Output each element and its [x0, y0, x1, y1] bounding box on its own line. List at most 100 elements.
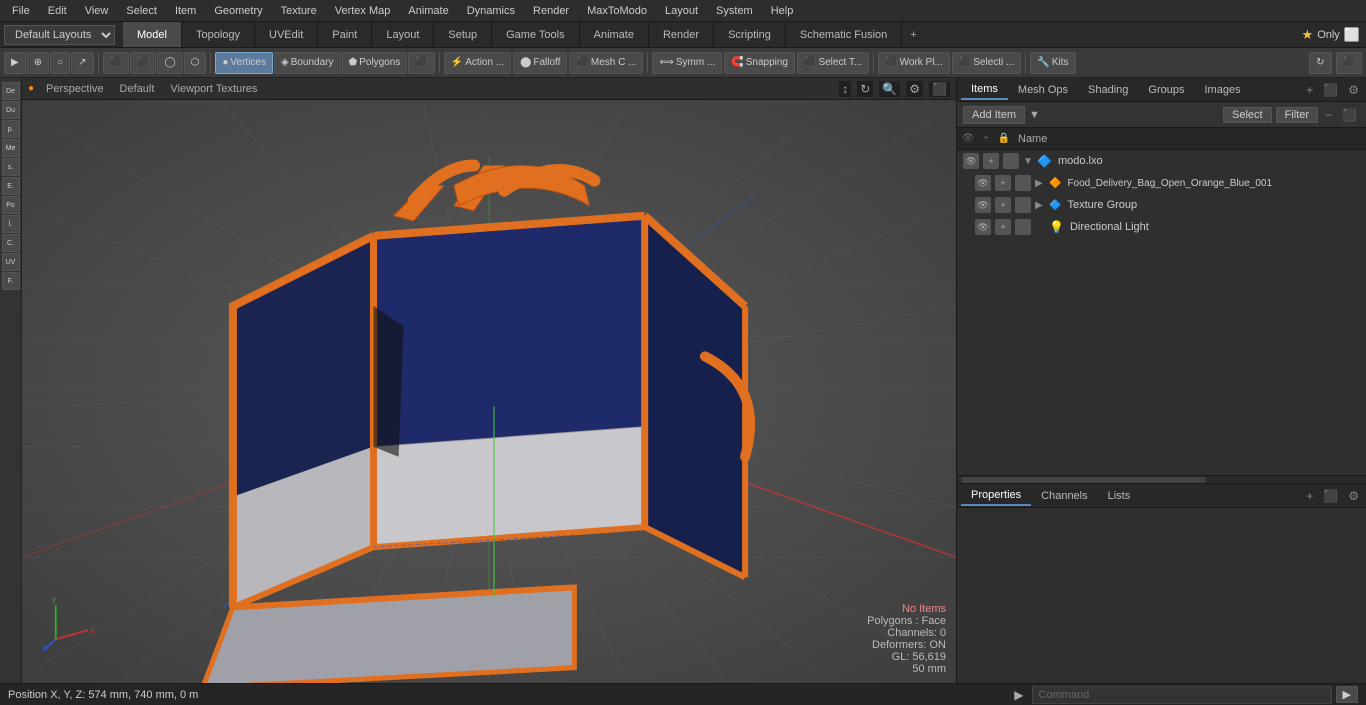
- expand-panels-icon[interactable]: ⬛: [1320, 82, 1341, 98]
- menu-texture[interactable]: Texture: [273, 3, 325, 19]
- tab-channels[interactable]: Channels: [1031, 487, 1097, 505]
- menu-animate[interactable]: Animate: [400, 3, 456, 19]
- menu-geometry[interactable]: Geometry: [206, 3, 270, 19]
- viewport[interactable]: ● Perspective Default Viewport Textures …: [22, 78, 956, 683]
- tab-groups[interactable]: Groups: [1138, 81, 1194, 99]
- workpl-btn[interactable]: ⬛ Work Pl...: [878, 52, 950, 74]
- render-eye-3[interactable]: +: [995, 219, 1011, 235]
- visibility-eye-3[interactable]: 👁: [975, 219, 991, 235]
- arrow-tool[interactable]: ↗: [71, 52, 93, 74]
- tab-render[interactable]: Render: [649, 22, 714, 47]
- visibility-eye-2[interactable]: 👁: [975, 197, 991, 213]
- sidebar-dup[interactable]: Du: [2, 101, 20, 119]
- select-t-btn[interactable]: ⬛ Select T...: [797, 52, 869, 74]
- list-item[interactable]: 👁 + 💡 Directional Light: [957, 216, 1366, 238]
- selecti-btn[interactable]: ⬛ Selecti ...: [952, 52, 1022, 74]
- filter-button[interactable]: Filter: [1276, 107, 1318, 123]
- render-eye-0[interactable]: +: [983, 153, 999, 169]
- menu-file[interactable]: File: [4, 3, 38, 19]
- sidebar-e[interactable]: E.: [2, 177, 20, 195]
- tab-mesh-ops[interactable]: Mesh Ops: [1008, 81, 1078, 99]
- minus-icon[interactable]: −: [1322, 107, 1335, 123]
- vp-rotate-icon[interactable]: ↻: [857, 81, 873, 97]
- action-btn[interactable]: ⚡ Action ...: [444, 52, 511, 74]
- add-props-tab-icon[interactable]: +: [1303, 488, 1316, 504]
- tab-items[interactable]: Items: [961, 80, 1008, 100]
- boundary-mode[interactable]: ◈ Boundary: [274, 52, 341, 74]
- menu-render[interactable]: Render: [525, 3, 577, 19]
- items-hscroll-thumb[interactable]: [961, 477, 1206, 483]
- tab-shading[interactable]: Shading: [1078, 81, 1138, 99]
- tab-layout[interactable]: Layout: [372, 22, 434, 47]
- rotate-tool[interactable]: ◯: [157, 52, 182, 74]
- sidebar-p[interactable]: p.: [2, 120, 20, 138]
- tab-scripting[interactable]: Scripting: [714, 22, 786, 47]
- add-select-tool[interactable]: ⊕: [27, 52, 49, 74]
- tab-schematic-fusion[interactable]: Schematic Fusion: [786, 22, 902, 47]
- lock-eye-3[interactable]: [1015, 219, 1031, 235]
- lasso-tool[interactable]: ○: [50, 52, 70, 74]
- expand-icon-2[interactable]: ▶: [1035, 200, 1045, 211]
- tab-properties[interactable]: Properties: [961, 486, 1031, 506]
- perspective-label[interactable]: Perspective: [42, 81, 107, 97]
- expand-icon-0[interactable]: ▼: [1023, 156, 1033, 167]
- tab-topology[interactable]: Topology: [182, 22, 255, 47]
- add-item-button[interactable]: Add Item: [963, 106, 1025, 124]
- lock-eye-2[interactable]: [1015, 197, 1031, 213]
- expand-icon-1[interactable]: ▶: [1035, 178, 1045, 189]
- viewport-canvas[interactable]: X Y Z No Items Polygons : Face Channels:…: [22, 100, 956, 683]
- props-settings-icon[interactable]: ⚙: [1345, 488, 1362, 504]
- menu-layout[interactable]: Layout: [657, 3, 706, 19]
- tab-lists[interactable]: Lists: [1098, 487, 1141, 505]
- vp-gear-icon[interactable]: ⚙: [906, 81, 923, 97]
- vp-max-icon[interactable]: ⬛: [929, 81, 950, 97]
- collapse-icon[interactable]: ⬛: [1339, 107, 1360, 123]
- sidebar-s[interactable]: s.: [2, 158, 20, 176]
- sidebar-uv[interactable]: UV: [2, 253, 20, 271]
- vp-search-icon[interactable]: 🔍: [879, 81, 900, 97]
- add-tab-icon[interactable]: +: [1303, 82, 1316, 98]
- tab-images[interactable]: Images: [1195, 81, 1251, 99]
- sidebar-l[interactable]: l.: [2, 215, 20, 233]
- sidebar-c[interactable]: C.: [2, 234, 20, 252]
- transform-tool[interactable]: ⬛: [130, 52, 156, 74]
- menu-edit[interactable]: Edit: [40, 3, 75, 19]
- maximize-icon[interactable]: ⬜: [1344, 27, 1360, 43]
- visibility-eye-0[interactable]: 👁: [963, 153, 979, 169]
- menu-vertex-map[interactable]: Vertex Map: [327, 3, 399, 19]
- polygons-mode[interactable]: ⬟ Polygons: [342, 52, 408, 74]
- menu-view[interactable]: View: [77, 3, 117, 19]
- vertices-mode[interactable]: ● Vertices: [215, 52, 273, 74]
- items-hscrollbar[interactable]: [957, 475, 1366, 483]
- menu-system[interactable]: System: [708, 3, 761, 19]
- add-item-expand-icon[interactable]: ▼: [1029, 109, 1040, 121]
- tab-uvedit[interactable]: UVEdit: [255, 22, 318, 47]
- tab-setup[interactable]: Setup: [434, 22, 492, 47]
- falloff-btn[interactable]: ⬤ Falloff: [513, 52, 567, 74]
- sidebar-de[interactable]: De: [2, 82, 20, 100]
- mesh-mode[interactable]: ⬛: [408, 52, 434, 74]
- kits-btn[interactable]: 🔧 Kits: [1030, 52, 1075, 74]
- menu-item[interactable]: Item: [167, 3, 204, 19]
- render-eye-2[interactable]: +: [995, 197, 1011, 213]
- command-input[interactable]: Command: [1032, 686, 1332, 704]
- select-button[interactable]: Select: [1223, 107, 1272, 123]
- mesh-c-btn[interactable]: ⬛ Mesh C ...: [569, 52, 643, 74]
- symm-btn[interactable]: ⟺ Symm ...: [652, 52, 722, 74]
- render-eye-1[interactable]: +: [995, 175, 1011, 191]
- settings-icon[interactable]: ⚙: [1345, 82, 1362, 98]
- tab-game-tools[interactable]: Game Tools: [492, 22, 580, 47]
- lock-eye-1[interactable]: [1015, 175, 1031, 191]
- expand-props-icon[interactable]: ⬛: [1320, 488, 1341, 504]
- scale-tool[interactable]: ⬡: [184, 52, 207, 74]
- menu-select[interactable]: Select: [118, 3, 165, 19]
- menu-help[interactable]: Help: [763, 3, 802, 19]
- sidebar-mes[interactable]: Me: [2, 139, 20, 157]
- refresh-btn[interactable]: ↻: [1309, 52, 1331, 74]
- sidebar-f[interactable]: F.: [2, 272, 20, 290]
- menu-dynamics[interactable]: Dynamics: [459, 3, 523, 19]
- visibility-eye-1[interactable]: 👁: [975, 175, 991, 191]
- menu-maxtomodo[interactable]: MaxToModo: [579, 3, 655, 19]
- list-item[interactable]: 👁 + ▶ 🔷 Texture Group: [957, 194, 1366, 216]
- maximize-viewport-btn[interactable]: ⬛: [1336, 52, 1362, 74]
